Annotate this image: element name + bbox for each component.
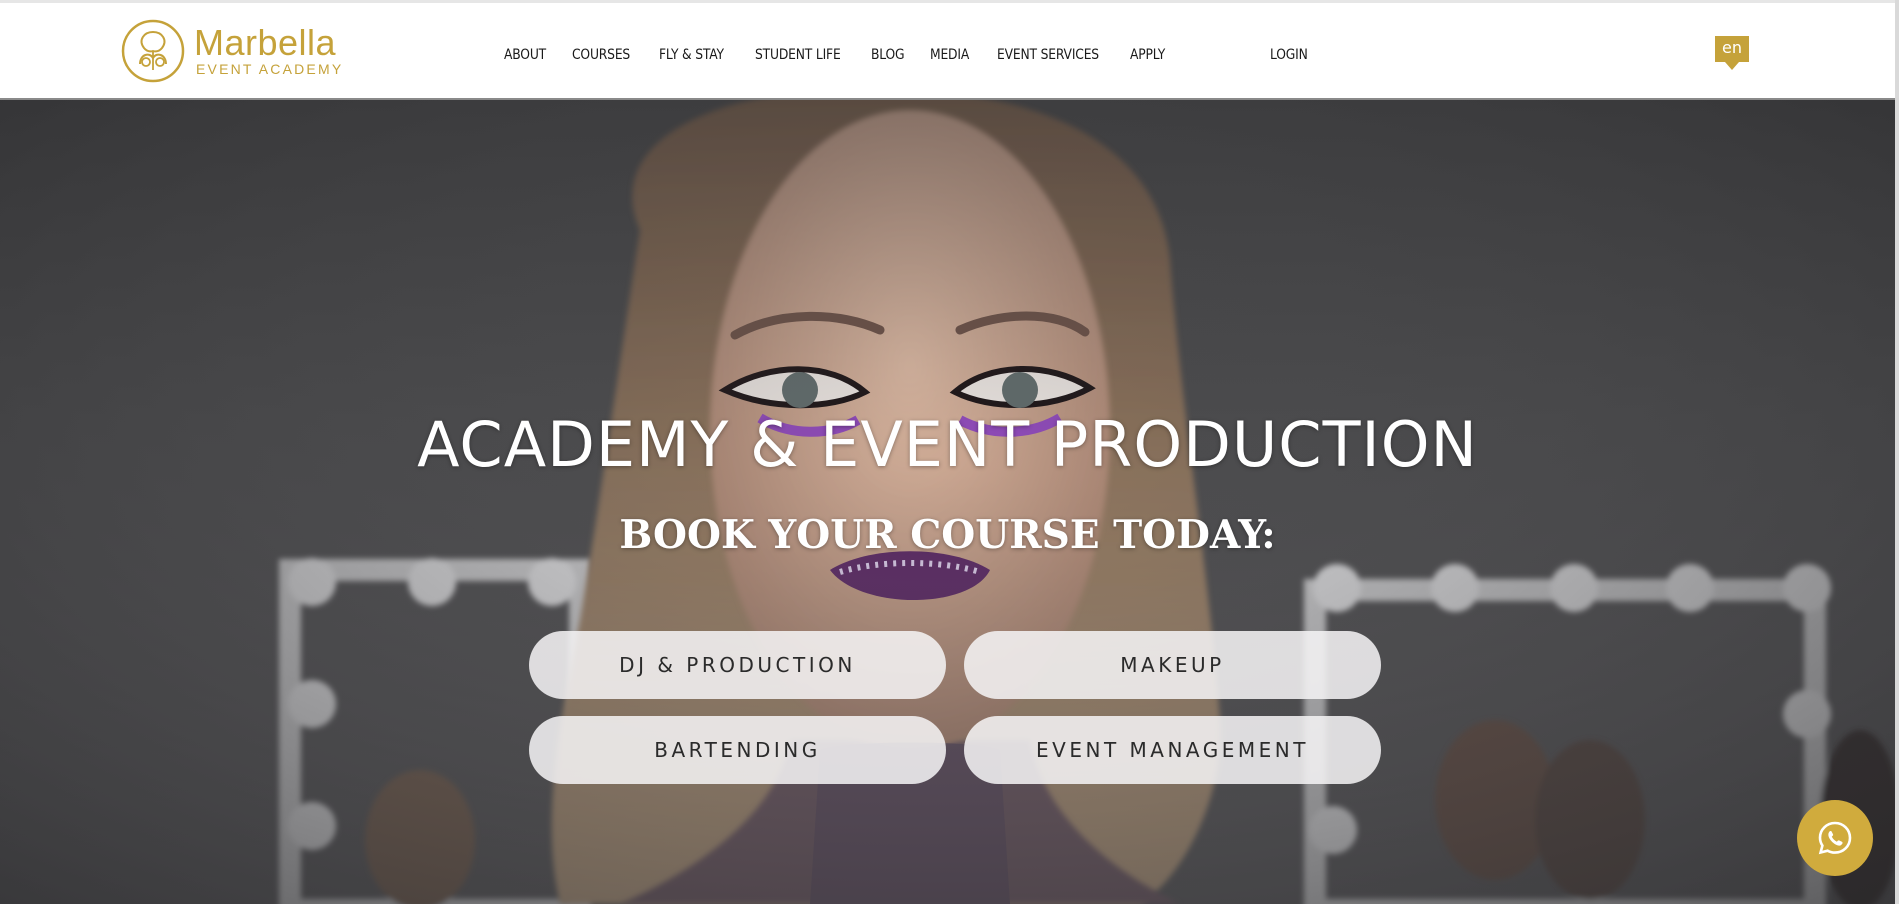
nav-item-blog[interactable]: BLOG	[871, 47, 905, 63]
logo[interactable]: Marbella EVENT ACADEMY	[120, 17, 360, 85]
brand-name: Marbella	[194, 22, 337, 63]
nav-item-event-services[interactable]: EVENT SERVICES	[997, 47, 1099, 63]
hero-title: ACADEMY & EVENT PRODUCTION	[417, 408, 1478, 481]
nav-item-media[interactable]: MEDIA	[930, 47, 969, 63]
course-button-bartending[interactable]: BARTENDING	[529, 716, 946, 784]
course-button-makeup[interactable]: MAKEUP	[964, 631, 1381, 699]
nav-item-courses[interactable]: COURSES	[572, 47, 630, 63]
site-header: Marbella EVENT ACADEMY ABOUT COURSES FLY…	[0, 0, 1899, 100]
hero-section: ACADEMY & EVENT PRODUCTION BOOK YOUR COU…	[0, 100, 1895, 904]
brand-subtitle: EVENT ACADEMY	[196, 61, 344, 77]
language-selector[interactable]: en	[1715, 36, 1749, 70]
whatsapp-chat-button[interactable]	[1797, 800, 1873, 876]
hero-background-image	[0, 100, 1895, 904]
course-button-dj-production[interactable]: DJ & PRODUCTION	[529, 631, 946, 699]
nav-item-student-life[interactable]: STUDENT LIFE	[755, 47, 841, 63]
nav-item-about[interactable]: ABOUT	[504, 47, 546, 63]
hero-subtitle: BOOK YOUR COURSE TODAY:	[619, 512, 1276, 558]
course-button-event-management[interactable]: EVENT MANAGEMENT	[964, 716, 1381, 784]
login-link[interactable]: LOGIN	[1270, 47, 1308, 63]
logo-emblem-icon	[121, 19, 185, 83]
nav-item-apply[interactable]: APPLY	[1130, 47, 1165, 63]
whatsapp-icon	[1818, 821, 1852, 855]
nav-item-fly-stay[interactable]: FLY & STAY	[659, 47, 724, 63]
page-scrollbar[interactable]	[1895, 0, 1899, 904]
